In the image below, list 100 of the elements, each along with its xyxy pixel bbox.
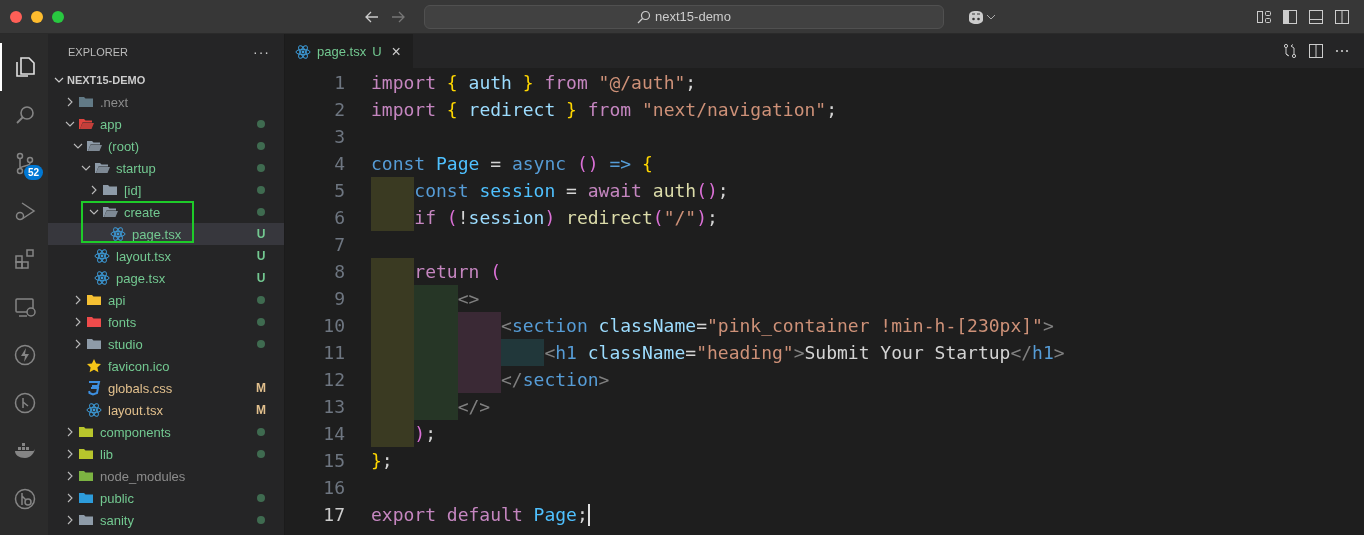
lightning-icon[interactable] xyxy=(13,343,37,367)
code-line: <> xyxy=(457,287,480,311)
branch-circle-icon[interactable] xyxy=(13,391,37,415)
folder-row[interactable]: public xyxy=(48,487,284,509)
editor-tab[interactable]: page.tsx U × xyxy=(285,34,413,68)
folder-row[interactable]: sanity xyxy=(48,509,284,531)
chevron-down-icon[interactable] xyxy=(986,12,996,21)
line-number: 6 xyxy=(333,207,345,228)
chevron-right-icon xyxy=(65,449,75,459)
text-cursor xyxy=(587,503,590,526)
react-atom-icon xyxy=(295,43,311,60)
folder-icon xyxy=(78,424,94,440)
branch-search-icon[interactable] xyxy=(13,487,37,511)
file-row[interactable]: layout.tsx U xyxy=(48,245,284,267)
css-file-icon xyxy=(86,380,102,396)
maximize-window-button[interactable] xyxy=(52,10,64,23)
code-line: }; xyxy=(371,449,393,473)
line-number: 4 xyxy=(333,153,345,174)
status-dot xyxy=(257,340,265,348)
file-row[interactable]: page.tsx U xyxy=(48,267,284,289)
status-dot xyxy=(257,494,265,502)
command-center-search[interactable]: next15-demo xyxy=(424,4,944,29)
toggle-sidebar-icon[interactable] xyxy=(1282,8,1298,25)
react-atom-icon xyxy=(86,402,102,418)
folder-icon xyxy=(86,314,102,330)
status-dot xyxy=(257,164,265,172)
folder-row[interactable]: (root) xyxy=(48,135,284,157)
extensions-icon[interactable] xyxy=(13,247,37,271)
status-dot xyxy=(257,120,265,128)
folder-row[interactable]: startup xyxy=(48,157,284,179)
line-number: 11 xyxy=(322,342,345,363)
folder-row[interactable]: studio xyxy=(48,333,284,355)
line-number: 3 xyxy=(333,126,345,147)
code-line: import { redirect } from "next/navigation"; xyxy=(371,98,838,122)
line-number: 1 xyxy=(333,72,345,93)
toggle-secondary-sidebar-icon[interactable] xyxy=(1334,8,1350,25)
react-atom-icon xyxy=(94,248,110,264)
folder-row[interactable]: lib xyxy=(48,443,284,465)
file-row[interactable]: favicon.ico xyxy=(48,355,284,377)
status-dot xyxy=(257,186,265,194)
code-line: const Page = async () => { xyxy=(371,152,653,176)
react-atom-icon xyxy=(110,226,126,242)
folder-icon xyxy=(86,292,102,308)
minimize-window-button[interactable] xyxy=(31,10,43,23)
close-tab-button[interactable]: × xyxy=(391,42,401,61)
chevron-right-icon xyxy=(65,427,75,437)
react-atom-icon xyxy=(94,270,110,286)
chevron-right-icon xyxy=(65,471,75,481)
chevron-right-icon xyxy=(73,295,83,305)
file-row[interactable]: page.tsx U xyxy=(48,223,284,245)
line-number: 5 xyxy=(333,180,345,201)
status-dot xyxy=(257,318,265,326)
toggle-panel-icon[interactable] xyxy=(1308,8,1324,25)
files-icon[interactable] xyxy=(13,55,37,79)
search-icon xyxy=(637,9,652,24)
code-line: ); xyxy=(414,422,437,446)
status-dot xyxy=(257,516,265,524)
code-line: return ( xyxy=(414,260,502,284)
code-line: <h1 className="heading">Submit Your Startup</h1> xyxy=(544,341,1065,365)
folder-row[interactable]: fonts xyxy=(48,311,284,333)
folder-row[interactable]: create xyxy=(48,201,284,223)
chevron-down-icon xyxy=(54,75,64,85)
folder-icon xyxy=(78,512,94,528)
folder-icon xyxy=(78,446,94,462)
code-line: import { auth } from "@/auth"; xyxy=(371,71,697,95)
more-actions-button[interactable]: ··· xyxy=(253,43,270,60)
folder-icon xyxy=(86,336,102,352)
remote-monitor-icon[interactable] xyxy=(13,295,37,319)
line-number: 7 xyxy=(333,234,345,255)
workspace-folder-row[interactable]: NEXT15-DEMO xyxy=(48,69,284,91)
sidebar-title: EXPLORER xyxy=(68,45,128,58)
close-window-button[interactable] xyxy=(10,10,22,23)
line-number: 14 xyxy=(322,423,345,444)
code-line: export default Page; xyxy=(371,503,588,527)
folder-icon xyxy=(78,490,94,506)
folder-row[interactable]: [id] xyxy=(48,179,284,201)
folder-row[interactable]: components xyxy=(48,421,284,443)
line-number: 15 xyxy=(322,450,345,471)
compare-changes-icon[interactable] xyxy=(1282,43,1298,59)
layout-customize-icon[interactable] xyxy=(1256,8,1272,25)
folder-row[interactable]: node_modules xyxy=(48,465,284,487)
chevron-down-icon xyxy=(81,163,91,173)
line-number: 2 xyxy=(333,99,345,120)
chevron-right-icon xyxy=(73,339,83,349)
chevron-right-icon xyxy=(73,317,83,327)
chevron-right-icon xyxy=(65,97,75,107)
file-row[interactable]: layout.tsx M xyxy=(48,399,284,421)
folder-row[interactable]: .next xyxy=(48,91,284,113)
code-line: <section className="pink_container !min-h-[230px]"> xyxy=(501,314,1054,338)
file-row[interactable]: globals.css M xyxy=(48,377,284,399)
line-number: 17 xyxy=(322,504,345,525)
run-debug-icon[interactable] xyxy=(13,199,37,223)
folder-row[interactable]: app xyxy=(48,113,284,135)
folder-icon xyxy=(102,204,118,220)
code-line: const session = await auth(); xyxy=(414,179,729,203)
folder-row[interactable]: api xyxy=(48,289,284,311)
chevron-right-icon xyxy=(65,493,75,503)
status-dot xyxy=(257,428,265,436)
folder-icon xyxy=(78,116,94,132)
split-editor-icon[interactable] xyxy=(1308,43,1324,59)
